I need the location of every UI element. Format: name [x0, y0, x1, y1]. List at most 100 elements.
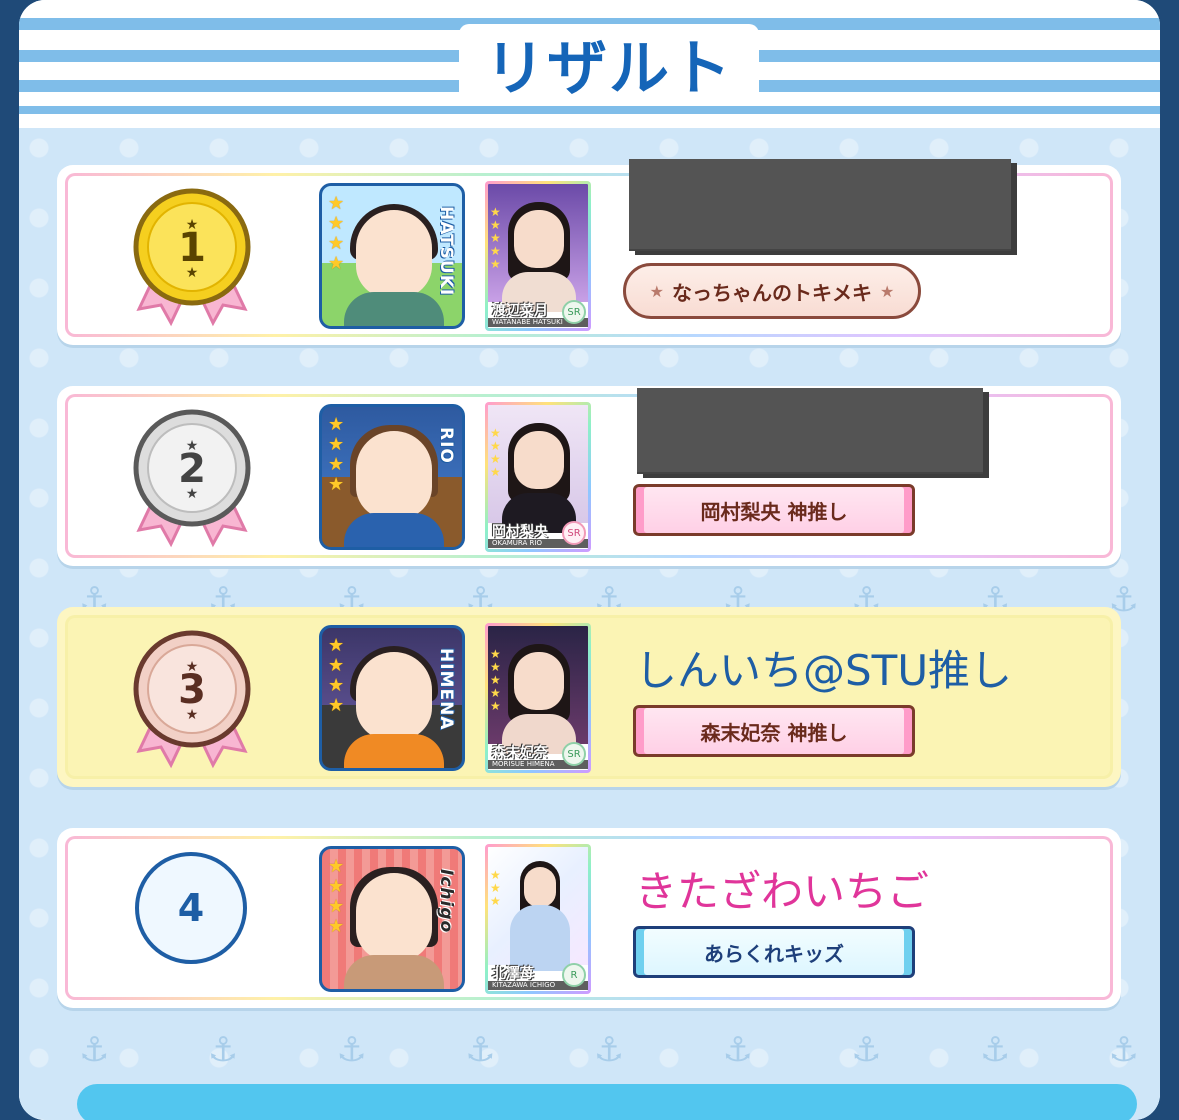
player-avatar[interactable]: ★ ★ ★ ★ RIO [319, 404, 465, 550]
star-icon: ★ [328, 916, 345, 937]
result-panel: リザルト ⚓ ⚓ ⚓ ⚓ ⚓ ⚓ ⚓ ⚓ ⚓ ⚓ ⚓ ⚓ ⚓ ⚓ ⚓ ⚓ ⚓ ⚓ ★ ★ 1 ★ ★ ★ ★ HATS… [19, 0, 1160, 1120]
avatar-rarity-stars: ★ ★ ★ ★ [328, 194, 344, 274]
title-badge: 森末妃奈 神推し [633, 705, 915, 757]
card-rarity-badge: SR [562, 521, 586, 545]
card-face [514, 652, 564, 710]
result-row-3[interactable]: ★ ★ 3 ★ ★ ★ ★ HIMENA ★ ★ ★ ★ ★ 森末妃奈 MORISUE HIM… [57, 607, 1121, 787]
card-photo: ★ ★ ★ [488, 847, 588, 971]
card-rarity-stars: ★ ★ ★ ★ ★ [490, 648, 501, 713]
avatar-outfit [344, 955, 444, 989]
rank-number: 4 [177, 886, 205, 930]
avatar-rarity-stars: ★ ★ ★ ★ [328, 415, 344, 495]
card-face [524, 867, 556, 907]
rank-number: 3 [178, 667, 206, 713]
member-card[interactable]: ★ ★ ★ ★ ★ 渡辺菜月 WATANABE HATSUKI SR [485, 181, 591, 331]
anchor-icon: ⚓ [207, 1030, 239, 1070]
title-badge-label: なっちゃんのトキメキ [672, 280, 872, 305]
star-icon: ★ [328, 474, 345, 495]
anchor-decoration-row: ⚓ ⚓ ⚓ ⚓ ⚓ ⚓ ⚓ ⚓ ⚓ [79, 1030, 1139, 1070]
title-badge: ★ なっちゃんのトキメキ ★ [623, 263, 921, 319]
avatar-outfit [344, 513, 444, 547]
result-row-1[interactable]: ★ ★ 1 ★ ★ ★ ★ HATSUKI ★ ★ ★ ★ ★ 渡辺菜月 WATANABE H… [57, 159, 1121, 345]
rank-number: 1 [178, 225, 206, 271]
card-rarity-badge: R [562, 963, 586, 987]
star-icon: ★ [328, 655, 345, 676]
avatar-outfit [344, 292, 444, 326]
rank-badge: 4 [135, 852, 247, 964]
page-title: リザルト [485, 34, 733, 104]
star-icon: ★ [490, 257, 501, 271]
star-icon: ★ [490, 465, 501, 479]
star-icon: ★ [328, 414, 345, 435]
star-icon: ★ [328, 253, 345, 274]
title-badge-label: あらくれキッズ [704, 941, 844, 966]
member-card[interactable]: ★ ★ ★ 北澤苺 KITAZAWA ICHIGO R [485, 844, 591, 994]
title-badge: あらくれキッズ [633, 926, 915, 978]
star-icon: ★ [490, 699, 501, 713]
avatar-rarity-stars: ★ ★ ★ ★ [328, 636, 344, 716]
star-icon: ★ [328, 876, 345, 897]
bronze-medal-icon: ★ ★ 3 [133, 630, 251, 769]
avatar-name: Ichigo [436, 869, 456, 934]
avatar-outfit [344, 734, 444, 768]
anchor-icon: ⚓ [79, 1030, 110, 1070]
redacted-player-name [629, 159, 1011, 251]
gold-medal-icon: ★ ★ 1 [133, 188, 251, 327]
card-photo: ★ ★ ★ ★ ★ [488, 184, 588, 312]
card-rarity-badge: SR [562, 300, 586, 324]
title-badge: 岡村梨央 神推し [633, 484, 915, 536]
avatar-face [356, 873, 432, 961]
star-icon: ★ [328, 635, 345, 656]
avatar-face [356, 210, 432, 298]
redacted-player-name [637, 388, 983, 474]
member-card[interactable]: ★ ★ ★ ★ 岡村梨央 OKAMURA RIO SR [485, 402, 591, 552]
result-row-4[interactable]: 4 ★ ★ ★ ★ Ichigo ★ ★ ★ 北澤苺 KITAZAWA ICHIGO R … [57, 828, 1121, 1008]
player-name: きたざわいちご [635, 867, 930, 916]
star-icon: ★ [328, 896, 345, 917]
result-header: リザルト [19, 0, 1160, 128]
next-button-bar[interactable] [77, 1084, 1137, 1120]
anchor-icon: ⚓ [465, 1030, 496, 1070]
star-icon: ★ [328, 675, 345, 696]
player-avatar[interactable]: ★ ★ ★ ★ Ichigo [319, 846, 465, 992]
card-face [514, 210, 564, 268]
avatar-name: HATSUKI [436, 206, 456, 297]
anchor-icon: ⚓ [336, 1030, 367, 1070]
star-icon: ★ [649, 281, 664, 301]
card-rarity-stars: ★ ★ ★ ★ ★ [490, 206, 501, 271]
star-icon: ★ [490, 894, 501, 908]
silver-medal-icon: ★ ★ 2 [133, 409, 251, 548]
anchor-icon: ⚓ [851, 1030, 882, 1070]
card-face [514, 431, 564, 489]
card-rarity-stars: ★ ★ ★ ★ [490, 427, 501, 479]
player-name: しんいち@STU推し [635, 646, 1013, 695]
star-icon: ★ [880, 281, 895, 301]
anchor-icon: ⚓ [593, 1030, 625, 1070]
card-outfit [510, 905, 570, 971]
avatar-rarity-stars: ★ ★ ★ ★ [328, 857, 344, 937]
anchor-icon: ⚓ [979, 1030, 1011, 1070]
star-icon: ★ [328, 434, 345, 455]
star-icon: ★ [328, 856, 345, 877]
card-rarity-stars: ★ ★ ★ [490, 869, 501, 908]
title-badge-label: 森末妃奈 神推し [700, 720, 848, 745]
anchor-icon: ⚓ [722, 1030, 753, 1070]
star-icon: ★ [328, 193, 345, 214]
rank-number: 2 [178, 446, 206, 492]
player-avatar[interactable]: ★ ★ ★ ★ HIMENA [319, 625, 465, 771]
player-avatar[interactable]: ★ ★ ★ ★ HATSUKI [319, 183, 465, 329]
result-row-2[interactable]: ★ ★ 2 ★ ★ ★ ★ RIO ★ ★ ★ ★ 岡村梨央 OKAMURA RIO SR … [57, 386, 1121, 566]
avatar-name: HIMENA [436, 648, 456, 731]
title-badge-label: 岡村梨央 神推し [700, 499, 848, 524]
member-card[interactable]: ★ ★ ★ ★ ★ 森末妃奈 MORISUE HIMENA SR [485, 623, 591, 773]
anchor-icon: ⚓ [1108, 1030, 1139, 1070]
card-rarity-badge: SR [562, 742, 586, 766]
card-photo: ★ ★ ★ ★ [488, 405, 588, 533]
avatar-name: RIO [436, 427, 456, 464]
star-icon: ★ [328, 454, 345, 475]
star-icon: ★ [328, 233, 345, 254]
avatar-face [356, 652, 432, 740]
star-icon: ★ [328, 213, 345, 234]
card-photo: ★ ★ ★ ★ ★ [488, 626, 588, 754]
avatar-face [356, 431, 432, 519]
